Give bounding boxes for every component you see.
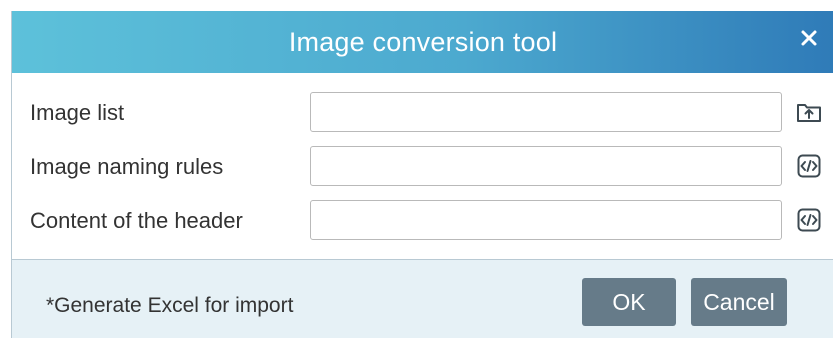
field-row-image-list: Image list [12,91,833,135]
generate-excel-hint: *Generate Excel for import [46,294,294,317]
field-row-image-naming-rules: Image naming rules [12,145,833,189]
dialog-title: Image conversion tool [288,27,558,57]
code-icon [797,154,821,178]
image-naming-rules-label: Image naming rules [30,154,224,179]
content-of-header-input[interactable] [310,200,782,240]
close-button[interactable] [794,23,824,53]
ok-button[interactable]: OK [582,278,676,326]
upload-folder-icon [797,104,821,122]
image-list-label: Image list [30,100,125,125]
image-list-input[interactable] [310,92,782,132]
image-naming-rules-input[interactable] [310,146,782,186]
header-code-button[interactable] [795,206,823,234]
upload-folder-button[interactable] [795,98,823,126]
close-icon [801,30,817,46]
image-conversion-dialog: Image conversion tool Image list Image n… [11,11,833,338]
content-of-header-label: Content of the header [30,208,243,233]
field-row-content-of-header: Content of the header [12,199,833,243]
code-icon [797,208,821,232]
naming-rules-code-button[interactable] [795,152,823,180]
dialog-form: Image list Image naming rules Content of… [12,73,833,259]
dialog-titlebar: Image conversion tool [12,11,833,73]
dialog-footer: *Generate Excel for import OK Cancel [12,259,833,338]
cancel-button[interactable]: Cancel [691,278,787,326]
